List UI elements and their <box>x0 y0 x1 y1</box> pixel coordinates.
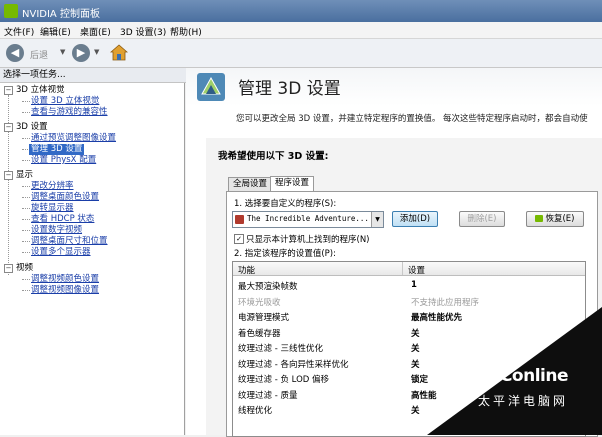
tree-category-display[interactable]: 显示 <box>16 170 33 181</box>
forward-dropdown-icon[interactable]: ▼ <box>94 48 99 56</box>
watermark-brand: PConline <box>488 366 569 386</box>
tree-item-game-compat[interactable]: 查看与游戏的兼容性 <box>31 107 108 118</box>
delete-button[interactable]: 删除(E) <box>459 211 505 227</box>
show-local-programs-label: 只显示本计算机上找到的程序(N) <box>246 235 370 245</box>
game-icon <box>235 215 244 224</box>
title-bar: NVIDIA 控制面板 <box>0 0 602 22</box>
add-button-label: 添加(D) <box>399 214 431 224</box>
table-row-feature[interactable]: 纹理过滤 - 三线性优化 <box>238 342 323 354</box>
section-title: 我希望使用以下 3D 设置: <box>218 151 329 162</box>
table-row-feature[interactable]: 纹理过滤 - 各向异性采样优化 <box>238 358 348 370</box>
restore-button-label: 恢复(E) <box>545 214 575 224</box>
menu-bar: 文件(F) 编辑(E) 桌面(E) 3D 设置(3) 帮助(H) <box>0 22 602 39</box>
tree-item-multi-display[interactable]: 设置多个显示器 <box>31 247 91 258</box>
table-row-feature[interactable]: 纹理过滤 - 质量 <box>238 389 297 401</box>
nvidia-icon <box>535 215 544 222</box>
menu-desktop[interactable]: 桌面(E) <box>80 25 111 38</box>
pconline-watermark: PConline 太平洋电脑网 <box>470 366 596 428</box>
tab-program-settings[interactable]: 程序设置 <box>270 176 315 191</box>
tree-item-rotate[interactable]: 旋转显示器 <box>31 203 74 214</box>
chevron-down-icon[interactable]: ▼ <box>371 212 383 227</box>
table-row-feature[interactable]: 纹理过滤 - 负 LOD 偏移 <box>238 373 329 385</box>
tree-item-setup-stereo[interactable]: 设置 3D 立体视觉 <box>31 96 99 107</box>
nvidia-logo-icon <box>4 4 18 18</box>
expand-toggle-icon[interactable]: − <box>4 171 13 180</box>
table-row-feature[interactable]: 电源管理模式 <box>238 311 289 323</box>
page-description: 您可以更改全局 3D 设置，并建立特定程序的置换值。 每次这些特定程序启动时，都… <box>236 114 588 124</box>
table-header: 功能 设置 <box>233 262 585 276</box>
add-button[interactable]: 添加(D) <box>392 211 438 227</box>
tree-item-desktop-size[interactable]: 调整桌面尺寸和位置 <box>31 236 108 247</box>
column-setting: 设置 <box>408 266 426 276</box>
table-row-feature[interactable]: 线程优化 <box>238 404 272 416</box>
3d-settings-icon <box>197 73 225 101</box>
step1-label: 1. 选择要自定义的程序(S): <box>234 199 337 209</box>
home-icon[interactable] <box>110 44 128 62</box>
program-select[interactable]: The Incredible Adventure... ▼ <box>232 211 384 228</box>
tree-item-video-image[interactable]: 调整视频图像设置 <box>31 285 99 296</box>
forward-arrow-icon[interactable]: ▶ <box>72 44 90 62</box>
task-pane-header: 选择一项任务... <box>0 68 188 83</box>
back-arrow-icon[interactable]: ◀ <box>6 44 24 62</box>
page-title: 管理 3D 设置 <box>238 79 341 99</box>
expand-toggle-icon[interactable]: − <box>4 264 13 273</box>
step2-label: 2. 指定该程序的设置值(P): <box>234 249 336 259</box>
tree-item-desktop-color[interactable]: 调整桌面颜色设置 <box>31 192 99 203</box>
page-banner: 管理 3D 设置 <box>186 68 602 106</box>
table-row-setting[interactable]: 锁定 <box>411 373 428 385</box>
task-tree: − 3D 立体视觉 设置 3D 立体视觉 查看与游戏的兼容性 − 3D 设置 通… <box>0 83 185 435</box>
table-row-setting[interactable]: 不支持此应用程序 <box>411 296 479 308</box>
menu-edit[interactable]: 编辑(E) <box>40 25 71 38</box>
program-select-value: The Incredible Adventure... <box>247 214 369 223</box>
tree-item-hdcp[interactable]: 查看 HDCP 状态 <box>31 214 94 225</box>
tree-item-video-color[interactable]: 调整视频颜色设置 <box>31 274 99 285</box>
toolbar: ◀ 后退 ▼ ▶ ▼ <box>0 39 602 68</box>
delete-button-label: 删除(E) <box>467 214 497 224</box>
tab-global-settings[interactable]: 全局设置 <box>228 177 273 191</box>
table-row-setting[interactable]: 关 <box>411 327 420 339</box>
table-row-feature[interactable]: 着色缓存器 <box>238 327 281 339</box>
restore-button[interactable]: 恢复(E) <box>526 211 584 227</box>
column-feature: 功能 <box>238 266 256 276</box>
tree-category-video[interactable]: 视频 <box>16 263 33 274</box>
tree-category-stereo[interactable]: 3D 立体视觉 <box>16 85 65 96</box>
table-row-feature[interactable]: 环境光吸收 <box>238 296 281 308</box>
menu-3d-settings[interactable]: 3D 设置(3) <box>120 25 166 38</box>
table-row-setting[interactable]: 1 <box>411 280 417 290</box>
tree-item-physx[interactable]: 设置 PhysX 配置 <box>31 155 96 166</box>
table-row-setting[interactable]: 关 <box>411 342 420 354</box>
window-title: NVIDIA 控制面板 <box>22 9 100 20</box>
back-dropdown-icon[interactable]: ▼ <box>60 48 65 56</box>
watermark-sub: 太平洋电脑网 <box>478 394 569 408</box>
tree-item-manage-3d[interactable]: 管理 3D 设置 <box>29 144 85 155</box>
table-row-setting[interactable]: 关 <box>411 404 420 416</box>
back-button-label[interactable]: 后退 <box>30 48 48 61</box>
tree-item-digital-video[interactable]: 设置数字视频 <box>31 225 82 236</box>
menu-file[interactable]: 文件(F) <box>4 25 34 38</box>
tree-category-3d-settings[interactable]: 3D 设置 <box>16 122 48 133</box>
expand-toggle-icon[interactable]: − <box>4 86 13 95</box>
tree-item-preview-image[interactable]: 通过预览调整图像设置 <box>31 133 116 144</box>
tree-item-resolution[interactable]: 更改分辨率 <box>31 181 74 192</box>
table-row-feature[interactable]: 最大预渲染帧数 <box>238 280 298 292</box>
table-row-setting[interactable]: 关 <box>411 358 420 370</box>
menu-help[interactable]: 帮助(H) <box>170 25 202 38</box>
show-local-programs-checkbox[interactable]: ✓ <box>234 234 244 244</box>
expand-toggle-icon[interactable]: − <box>4 123 13 132</box>
